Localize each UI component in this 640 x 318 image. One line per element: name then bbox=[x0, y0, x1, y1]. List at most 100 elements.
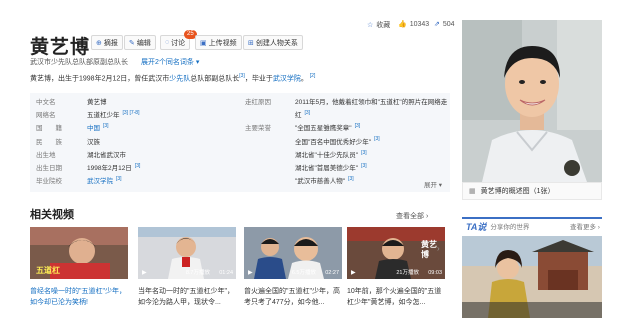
svg-text:博: 博 bbox=[421, 249, 429, 259]
infobox-label: 中文名 bbox=[36, 99, 56, 106]
intro-text: 。 bbox=[300, 75, 308, 83]
reference-marker[interactable]: [3] bbox=[361, 150, 367, 156]
infobox-label: 国 籍 bbox=[36, 125, 62, 133]
synonym-link[interactable]: 展开2个同名词条 ▾ bbox=[141, 57, 199, 67]
infobox-value: 1998年2月12日 [3] bbox=[87, 162, 140, 172]
video-thumbnail[interactable]: ▶ 8.7万播放 01:24 bbox=[138, 227, 236, 279]
reference-marker[interactable]: [3] bbox=[135, 163, 141, 169]
view-all-label: 查看全部 bbox=[396, 213, 424, 220]
intro-text: ，毕业于 bbox=[244, 75, 273, 83]
infobox-label: 出生地 bbox=[36, 151, 56, 159]
thumbs-up-icon: 👍 bbox=[398, 21, 407, 28]
like-count: 10343 bbox=[409, 20, 430, 28]
portrait-illustration bbox=[462, 20, 602, 182]
video-title[interactable]: 曾经名噪一时的"五道杠"少年，如今却已沦为笑柄! bbox=[30, 286, 130, 308]
reference-marker[interactable]: [3] bbox=[348, 176, 354, 182]
infobox-label: 网络名 bbox=[36, 112, 56, 120]
infobox-value-text: 汉族 bbox=[87, 138, 100, 146]
related-videos-title: 相关视频 bbox=[30, 208, 74, 221]
svg-text:黄艺: 黄艺 bbox=[421, 239, 437, 249]
upload-video-button[interactable]: ▣ 上传视频 bbox=[195, 35, 242, 50]
infobox-value-text: 五道杠少年 bbox=[87, 112, 120, 120]
video-thumb-art: 五道杠 bbox=[30, 227, 128, 279]
video-plays: 8.7万播放 bbox=[185, 270, 210, 276]
infobox-value-text: 黄艺博 bbox=[87, 99, 107, 106]
play-icon: ▶ bbox=[248, 270, 253, 276]
star-icon: ☆ bbox=[367, 22, 374, 29]
gallery-icon: ▦ bbox=[469, 188, 476, 195]
infobox-label: 走红原因 bbox=[245, 99, 271, 106]
reference-marker[interactable]: [3] bbox=[355, 123, 361, 129]
report-button[interactable]: ⊕ 摘报 bbox=[91, 35, 123, 50]
infobox-label: 民 族 bbox=[36, 138, 62, 146]
infobox-value: 五道杠少年 [3] [7-8] bbox=[87, 109, 139, 119]
share-count: 504 bbox=[442, 20, 455, 28]
discuss-label: 讨论 bbox=[171, 39, 186, 47]
favorite-label: 收藏 bbox=[376, 22, 391, 29]
svg-text:五道杠: 五道杠 bbox=[36, 265, 60, 275]
favorite-button[interactable]: ☆ 收藏 bbox=[367, 20, 390, 30]
reference-marker[interactable]: [3] bbox=[374, 136, 380, 142]
infobox-value: 汉族 bbox=[87, 136, 100, 146]
video-upload-icon: ▣ bbox=[200, 39, 207, 47]
create-relation-button[interactable]: ⊞ 创建人物关系 bbox=[243, 35, 303, 50]
reference-marker[interactable]: [3] bbox=[361, 163, 367, 169]
infobox-value[interactable]: 中国 [3] bbox=[87, 122, 109, 132]
ta-image[interactable] bbox=[462, 236, 602, 318]
expand-button[interactable]: 展开 ▾ bbox=[424, 179, 442, 189]
synonym-link-label: 展开2个同名词条 bbox=[141, 59, 194, 66]
play-icon: ▶ bbox=[142, 270, 147, 276]
infobox-label: 毕业院校 bbox=[36, 178, 62, 186]
view-all-videos-link[interactable]: 查看全部 › bbox=[396, 211, 428, 221]
infobox-value: 湖北省武汉市 bbox=[87, 149, 126, 159]
reference-marker[interactable]: [3] bbox=[305, 110, 311, 116]
infobox-value-text: "武汉市慈善人物" bbox=[295, 178, 346, 186]
share-icon: ⇗ bbox=[434, 21, 440, 28]
infobox-label: 出生日期 bbox=[36, 165, 62, 172]
infobox-value-text: 1998年2月12日 bbox=[87, 165, 132, 172]
report-label: 摘报 bbox=[103, 39, 118, 47]
edit-icon: ✎ bbox=[129, 39, 135, 47]
expand-label: 展开 bbox=[424, 182, 437, 189]
edit-label: 编辑 bbox=[136, 39, 151, 47]
play-icon: ▶ bbox=[351, 270, 356, 276]
photo-caption[interactable]: ▦ 黄艺博的概述图（1张） bbox=[462, 182, 602, 200]
next-arrow-icon[interactable]: › bbox=[437, 244, 445, 260]
video-title[interactable]: 曾火遍全国的"五道杠"少年，高考只考了477分，如今他... bbox=[244, 286, 344, 308]
like-button[interactable]: 👍 10343 bbox=[398, 20, 430, 29]
intro-link-young-pioneers[interactable]: 少先队 bbox=[169, 75, 190, 82]
reference-marker[interactable]: [2] bbox=[310, 73, 316, 79]
ta-more-label: 查看更多 bbox=[570, 224, 596, 231]
infobox-value[interactable]: 武汉学院 [3] bbox=[87, 175, 122, 185]
share-button[interactable]: ⇗ 504 bbox=[434, 20, 455, 29]
video-duration: 09:03 bbox=[428, 270, 442, 276]
video-title[interactable]: 当年名动一时的"五道杠少年"，如今沦为路人甲，现状令... bbox=[138, 286, 238, 308]
create-relation-label: 创建人物关系 bbox=[255, 39, 298, 47]
ta-subtitle: 分享你的世界 bbox=[490, 224, 530, 231]
infobox-value-text: 红 bbox=[295, 112, 302, 120]
intro-link-college[interactable]: 武汉学院 bbox=[273, 75, 301, 82]
ta-more-link[interactable]: 查看更多 › bbox=[570, 221, 600, 231]
intro-text: 总队部副总队长 bbox=[190, 75, 240, 83]
reference-marker[interactable]: [3] [7-8] bbox=[123, 110, 140, 116]
infobox-value-text: 湖北省"十佳少先队员" bbox=[295, 151, 359, 159]
edit-button[interactable]: ✎ 编辑 bbox=[124, 35, 156, 50]
video-title[interactable]: 10年前，那个火遍全国的"五道杠少年"黄艺博，如今怎... bbox=[347, 286, 447, 308]
video-thumbnail[interactable]: ▶ 6.5万播放 02:27 bbox=[244, 227, 342, 279]
infobox-value-text: 武汉学院 bbox=[87, 178, 113, 186]
infobox-value-text: 全国"百名中国优秀好少年" bbox=[295, 138, 372, 146]
reference-marker[interactable]: [3] bbox=[116, 176, 122, 182]
reference-marker[interactable]: [3] bbox=[103, 123, 109, 129]
infobox-value-text: 2011年5月，他戴着红领巾和"五道杠"的照片在网络走 bbox=[295, 99, 448, 106]
intro-text: 黄艺博，出生于1998年2月12日，曾任武汉市 bbox=[30, 75, 170, 83]
discuss-icon: ◌ bbox=[165, 39, 170, 46]
infobox-value: 湖北省"十佳少先队员" [3] bbox=[295, 149, 367, 159]
infobox-value: "全国五星雏鹰奖章" [3] bbox=[295, 122, 360, 132]
profile-photo[interactable] bbox=[462, 20, 602, 182]
report-icon: ⊕ bbox=[96, 39, 102, 47]
video-thumbnail[interactable]: 五道杠 bbox=[30, 227, 128, 279]
ta-logo: TA说 bbox=[466, 221, 487, 232]
infobox-label: 主要荣誉 bbox=[245, 125, 271, 133]
video-thumbnail[interactable]: 黄艺 博 ▶ 21万播放 09:03 bbox=[347, 227, 445, 279]
infobox-value: 黄艺博 bbox=[87, 96, 107, 106]
